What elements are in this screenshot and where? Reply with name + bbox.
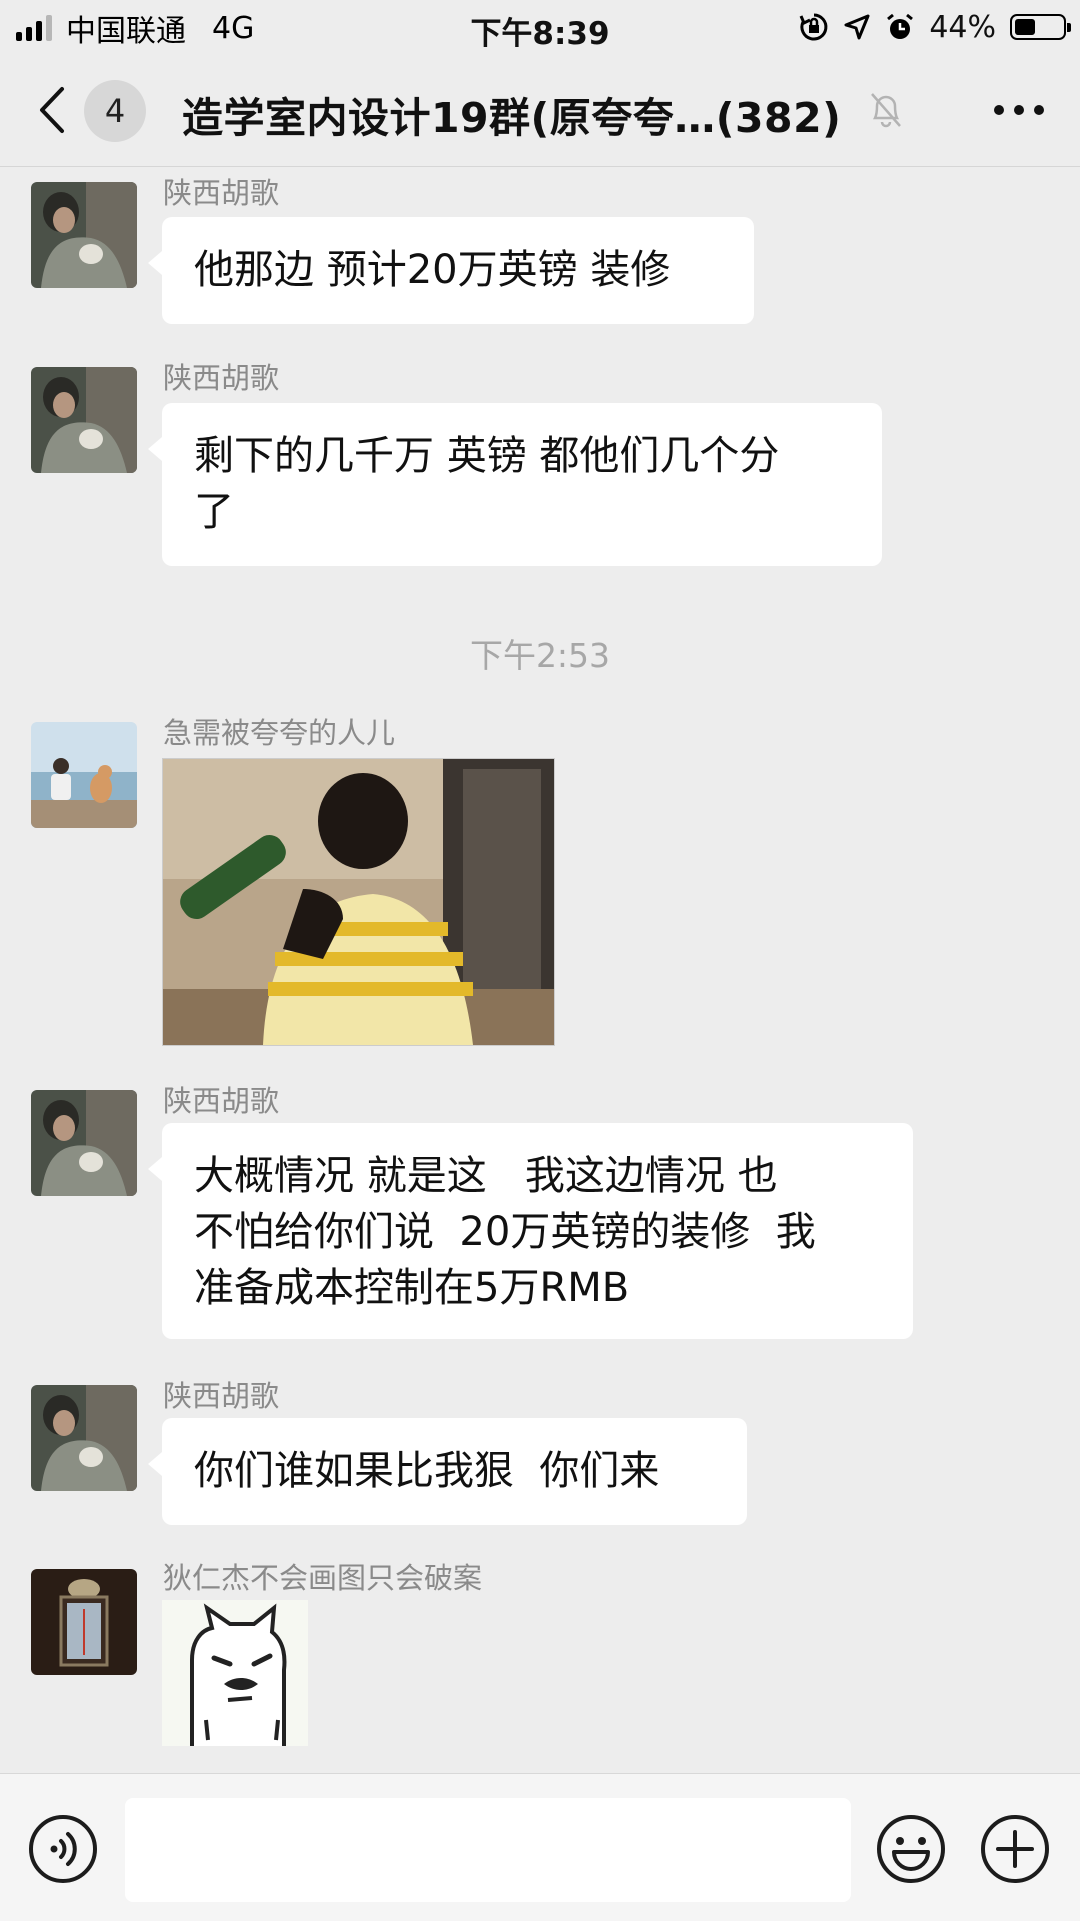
avatar[interactable] [31,1090,137,1196]
input-bar [0,1773,1080,1921]
sender-name: 陕西胡歌 [163,176,280,210]
message-list[interactable]: 陕西胡歌 他那边 预计20万英镑 装修 陕西胡歌 剩下的几千万 英镑 都他们几个… [0,167,1080,1772]
status-right: 44% [799,6,1071,48]
more-actions-button[interactable] [980,1814,1050,1888]
chat-header: 4 造学室内设计19群(原夸夸…(382) [0,54,1080,167]
message-bubble[interactable]: 大概情况 就是这 我这边情况 也 不怕给你们说 20万英镑的装修 我 准备成本控… [148,1123,913,1339]
battery-icon [1010,14,1071,40]
voice-button[interactable] [28,1814,98,1888]
message-input[interactable] [125,1798,851,1902]
battery-percent: 44% [929,9,996,45]
sender-name: 陕西胡歌 [163,1379,280,1413]
message-bubble[interactable]: 你们谁如果比我狠 你们来 [148,1418,747,1525]
unread-badge[interactable]: 4 [84,80,146,142]
chat-title: 造学室内设计19群(原夸夸…(382) [182,94,842,142]
plus-circle-icon [981,1815,1049,1883]
alarm-icon [887,13,914,39]
rotation-lock-icon [799,13,828,41]
location-icon [844,14,870,40]
message-bubble[interactable]: 剩下的几千万 英镑 都他们几个分 了 [148,403,882,566]
sender-name: 狄仁杰不会画图只会破案 [163,1561,483,1595]
smiley-icon [877,1815,945,1883]
back-button[interactable] [36,82,76,138]
voice-icon [29,1815,97,1883]
sticker-message[interactable] [162,1600,308,1746]
sender-name: 陕西胡歌 [163,1084,280,1118]
status-bar: 中国联通 4G 下午8:39 44% [0,0,1080,54]
avatar[interactable] [31,1385,137,1491]
emoji-button[interactable] [876,1814,946,1888]
sender-name: 陕西胡歌 [163,361,280,395]
ellipsis-icon [994,105,1004,115]
avatar[interactable] [31,722,137,828]
timestamp: 下午2:53 [469,636,611,675]
chevron-left-icon [40,87,64,133]
sender-name: 急需被夸夸的人儿 [163,716,396,750]
more-button[interactable] [994,94,1044,126]
avatar[interactable] [31,1569,137,1675]
message-bubble[interactable]: 他那边 预计20万英镑 装修 [148,217,754,324]
avatar[interactable] [31,367,137,473]
image-message[interactable] [162,758,555,1046]
bell-slash-icon [868,90,904,134]
avatar[interactable] [31,182,137,288]
